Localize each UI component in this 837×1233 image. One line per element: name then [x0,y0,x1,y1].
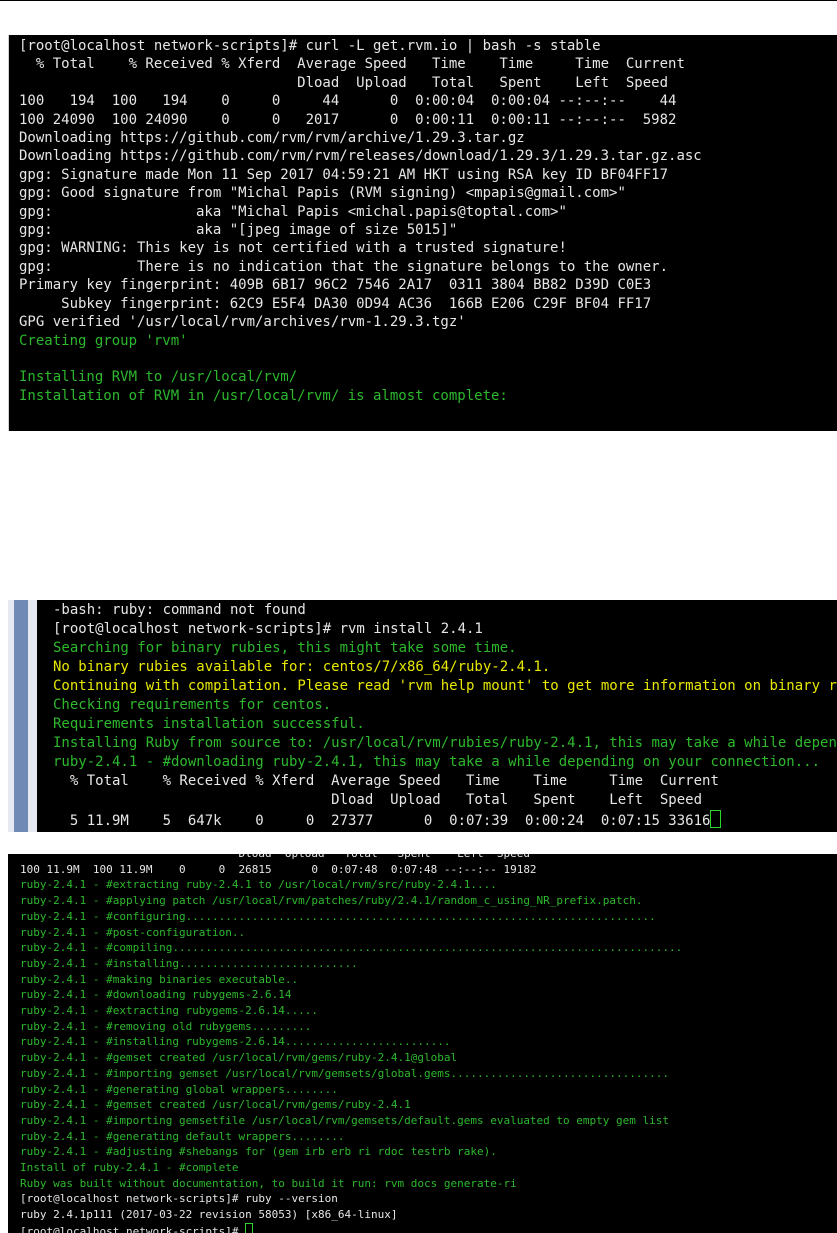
terminal-line: ruby-2.4.1 - #adjusting #shebangs for (g… [20,1145,497,1159]
terminal-line: gpg: aka "Michal Papis <michal.papis@top… [19,203,567,220]
top-border [0,0,837,1]
terminal-line: ruby-2.4.1 - #gemset created /usr/local/… [20,1098,411,1112]
terminal-line: ruby-2.4.1 - #installing................… [20,956,358,970]
terminal-line: gpg: Good signature from "Michal Papis (… [19,185,626,202]
terminal-line: ruby-2.4.1 - #downloading ruby-2.4.1, th… [53,754,821,770]
terminal-line: Install of ruby-2.4.1 - #complete [20,1161,239,1175]
terminal-line: Requirements installation successful. [53,716,365,732]
terminal-line: Dload Upload Total Spent Left Speed [53,792,703,808]
terminal-line: gpg: aka "[jpeg image of size 5015]" [19,222,458,239]
download-progress-text: 5 11.9M 5 647k 0 0 27377 0 0:07:39 0:00:… [53,813,711,829]
terminal-line: ruby-2.4.1 - #importing gemset /usr/loca… [20,1066,670,1080]
terminal-line: GPG verified '/usr/local/rvm/archives/rv… [19,314,466,331]
terminal-line: ruby-2.4.1 - #applying patch /usr/local/… [20,894,643,908]
terminal-line: ruby-2.4.1 - #making binaries executable… [20,972,299,986]
terminal-line: [root@localhost network-scripts]# rvm in… [53,621,483,637]
terminal-line: Installing RVM to /usr/local/rvm/ [19,369,298,386]
terminal-line: Downloading https://github.com/rvm/rvm/r… [19,148,702,165]
terminal-line: Creating group 'rvm' [19,332,188,349]
terminal-line: Ruby was built without documentation, to… [20,1176,517,1190]
terminal-output: -bash: ruby: command not found [root@loca… [53,601,837,831]
command-prompt-line[interactable]: [root@localhost network-scripts]# [20,1222,837,1233]
terminal-line: Installing Ruby from source to: /usr/loc… [53,735,837,751]
terminal-line: No binary rubies available for: centos/7… [53,659,551,675]
terminal-line: ruby-2.4.1 - #extracting ruby-2.4.1 to /… [20,878,497,892]
terminal-line: ruby-2.4.1 - #configuring...............… [20,909,656,923]
terminal-line: Dload Upload Total Spent Left Speed [19,74,669,91]
terminal-line: ruby-2.4.1 - #post-configuration.. [20,925,246,939]
prompt-text: [root@localhost network-scripts]# [20,1224,246,1233]
terminal-line: Installation of RVM in /usr/local/rvm/ i… [19,387,508,404]
terminal-line: Subkey fingerprint: 62C9 E5F4 DA30 0D94 … [19,295,652,312]
terminal-line: ruby-2.4.1 - #importing gemsetfile /usr/… [20,1113,670,1127]
terminal-output: Dload Upload Total Spent Left Speed100 1… [8,854,837,1233]
terminal-window-ruby-complete[interactable]: Dload Upload Total Spent Left Speed100 1… [8,854,837,1233]
terminal-line: -bash: ruby: command not found [53,602,306,618]
terminal-line: gpg: Signature made Mon 11 Sep 2017 04:5… [19,166,669,183]
terminal-line: ruby-2.4.1 - #downloading rubygems-2.6.1… [20,988,292,1002]
terminal-line: ruby-2.4.1 - #generating global wrappers… [20,1082,338,1096]
terminal-line: Primary key fingerprint: 409B 6B17 96C2 … [19,277,652,294]
window-side-rail [8,600,37,832]
terminal-line: 100 11.9M 100 11.9M 0 0 26815 0 0:07:48 … [20,862,537,876]
terminal-line: Downloading https://github.com/rvm/rvm/a… [19,130,525,147]
terminal-window-ruby-install[interactable]: -bash: ruby: command not found [root@loca… [8,600,837,832]
terminal-line: ruby-2.4.1 - #gemset created /usr/local/… [20,1051,458,1065]
terminal-line: Checking requirements for centos. [53,697,332,713]
terminal-line: % Total % Received % Xferd Average Speed… [53,773,719,789]
download-progress-line: 5 11.9M 5 647k 0 0 27377 0 0:07:39 0:00:… [53,810,837,831]
terminal-cursor [710,810,722,828]
terminal-line: gpg: WARNING: This key is not certified … [19,240,567,257]
rail-stripe [14,600,28,832]
terminal-window-rvm-install[interactable]: [root@localhost network-scripts]# curl -… [8,35,837,431]
terminal-line: ruby-2.4.1 - #generating default wrapper… [20,1129,345,1143]
terminal-line: [root@localhost network-scripts]# curl -… [19,38,601,54]
terminal-line: ruby 2.4.1p111 (2017-03-22 revision 5805… [20,1208,398,1222]
terminal-line: ruby-2.4.1 - #removing old rubygems.....… [20,1019,312,1033]
terminal-line: gpg: There is no indication that the sig… [19,258,669,275]
terminal-line: Continuing with compilation. Please read… [53,678,837,694]
terminal-output: [root@localhost network-scripts]# curl -… [9,35,837,405]
terminal-line: % Total % Received % Xferd Average Speed… [19,56,685,73]
terminal-line: ruby-2.4.1 - #installing rubygems-2.6.14… [20,1035,451,1049]
terminal-line: 100 24090 100 24090 0 0 2017 0 0:00:11 0… [19,111,677,128]
terminal-line: ruby-2.4.1 - #compiling.................… [20,941,683,955]
terminal-line: Dload Upload Total Spent Left Speed [20,854,837,862]
terminal-cursor [245,1222,254,1233]
terminal-line: [root@localhost network-scripts]# ruby -… [20,1192,338,1206]
terminal-line: ruby-2.4.1 - #extracting rubygems-2.6.14… [20,1004,319,1018]
terminal-line: 100 194 100 194 0 0 44 0 0:00:04 0:00:04… [19,93,677,110]
terminal-line: Searching for binary rubies, this might … [53,640,517,656]
